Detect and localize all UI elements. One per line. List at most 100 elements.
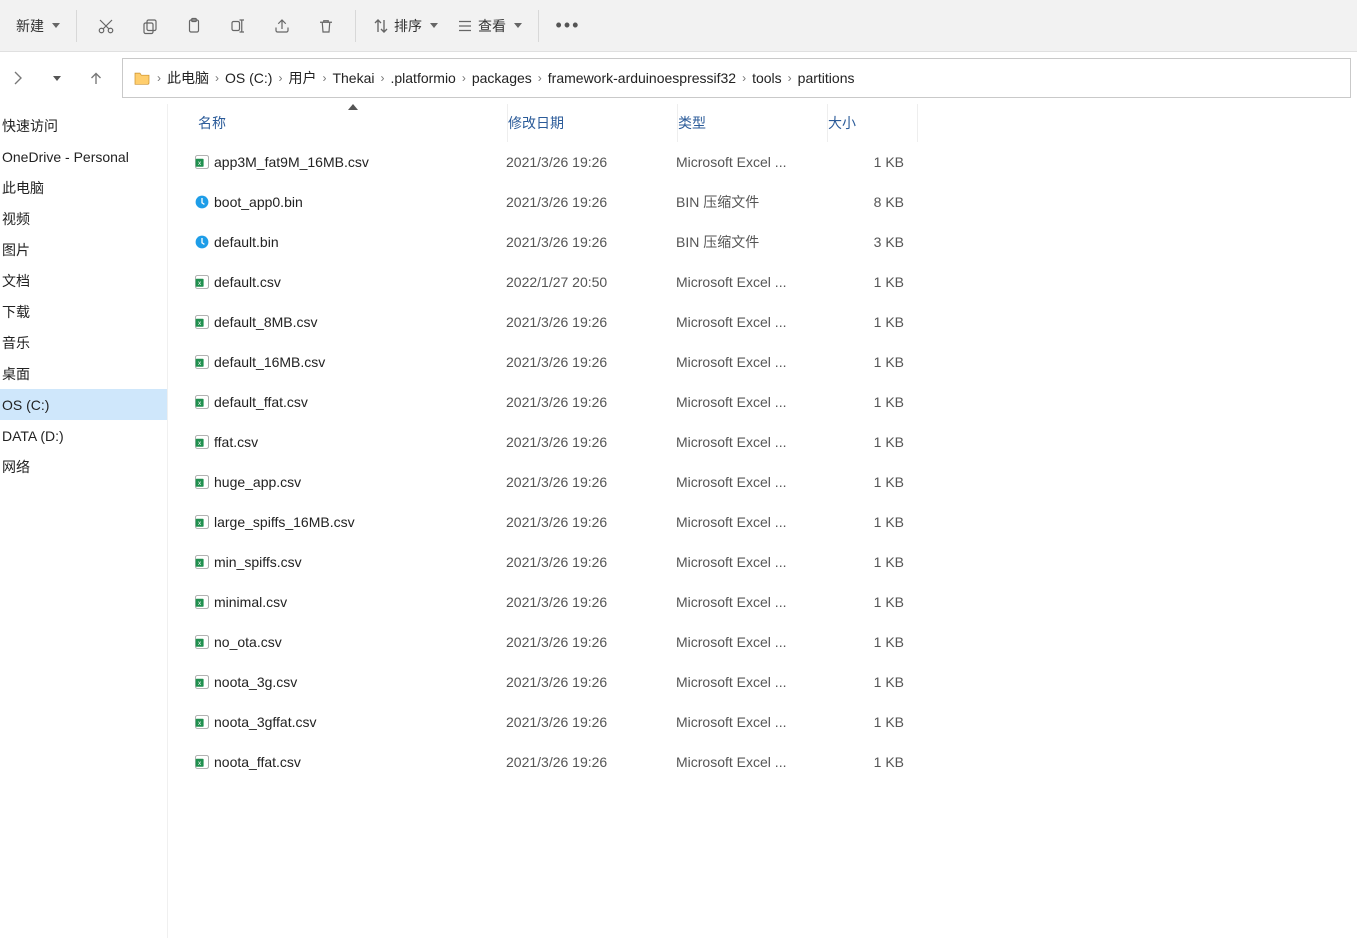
breadcrumb-segment[interactable]: Thekai bbox=[332, 70, 374, 86]
column-size[interactable]: 大小 bbox=[828, 104, 918, 142]
file-date: 2022/1/27 20:50 bbox=[506, 274, 676, 290]
file-type: Microsoft Excel ... bbox=[676, 274, 826, 290]
sidebar-item[interactable]: 图片 bbox=[0, 234, 167, 265]
separator bbox=[538, 10, 539, 42]
file-row[interactable]: x minimal.csv2021/3/26 19:26Microsoft Ex… bbox=[168, 582, 1357, 622]
sidebar: 快速访问OneDrive - Personal 此电脑视频图片文档下载音乐桌面 OS… bbox=[0, 104, 168, 938]
new-button[interactable]: 新建 bbox=[4, 6, 68, 46]
sidebar-item-label: 网络 bbox=[2, 457, 30, 477]
file-row[interactable]: x large_spiffs_16MB.csv2021/3/26 19:26Mi… bbox=[168, 502, 1357, 542]
delete-icon bbox=[317, 17, 335, 35]
separator bbox=[355, 10, 356, 42]
file-size: 1 KB bbox=[826, 354, 916, 370]
file-row[interactable]: boot_app0.bin2021/3/26 19:26BIN 压缩文件8 KB bbox=[168, 182, 1357, 222]
breadcrumb-segment[interactable]: OS (C:) bbox=[225, 70, 272, 86]
file-list: x app3M_fat9M_16MB.csv2021/3/26 19:26Mic… bbox=[168, 142, 1357, 782]
paste-icon bbox=[185, 17, 203, 35]
sidebar-item-label: OS (C:) bbox=[2, 397, 49, 413]
recent-locations-button[interactable] bbox=[44, 60, 70, 96]
file-name: minimal.csv bbox=[214, 594, 506, 610]
sidebar-item-label: 音乐 bbox=[2, 333, 30, 353]
file-date: 2021/3/26 19:26 bbox=[506, 674, 676, 690]
file-type: Microsoft Excel ... bbox=[676, 594, 826, 610]
sort-icon bbox=[372, 17, 390, 35]
up-button[interactable] bbox=[78, 60, 114, 96]
column-name[interactable]: 名称 bbox=[198, 104, 508, 142]
file-row[interactable]: x default.csv2022/1/27 20:50Microsoft Ex… bbox=[168, 262, 1357, 302]
sidebar-item[interactable]: 快速访问 bbox=[0, 110, 167, 141]
file-type: BIN 压缩文件 bbox=[676, 232, 826, 252]
file-row[interactable]: x noota_3g.csv2021/3/26 19:26Microsoft E… bbox=[168, 662, 1357, 702]
file-name: boot_app0.bin bbox=[214, 194, 506, 210]
breadcrumb-segment[interactable]: partitions bbox=[798, 70, 855, 86]
cut-button[interactable] bbox=[85, 6, 127, 46]
sidebar-item[interactable]: OS (C:) bbox=[0, 389, 167, 420]
file-type: Microsoft Excel ... bbox=[676, 434, 826, 450]
breadcrumb-segment[interactable]: packages bbox=[472, 70, 532, 86]
chevron-right-icon: › bbox=[742, 71, 746, 85]
file-size: 1 KB bbox=[826, 594, 916, 610]
file-row[interactable]: x min_spiffs.csv2021/3/26 19:26Microsoft… bbox=[168, 542, 1357, 582]
sort-button[interactable]: 排序 bbox=[364, 6, 446, 46]
sidebar-item[interactable]: 桌面 bbox=[0, 358, 167, 389]
file-date: 2021/3/26 19:26 bbox=[506, 234, 676, 250]
sort-label: 排序 bbox=[394, 16, 422, 36]
file-date: 2021/3/26 19:26 bbox=[506, 754, 676, 770]
breadcrumb-segment[interactable]: .platformio bbox=[390, 70, 455, 86]
sidebar-item[interactable]: 文档 bbox=[0, 265, 167, 296]
file-size: 3 KB bbox=[826, 234, 916, 250]
file-type: Microsoft Excel ... bbox=[676, 394, 826, 410]
file-size: 1 KB bbox=[826, 314, 916, 330]
sidebar-item[interactable]: 音乐 bbox=[0, 327, 167, 358]
chevron-down-icon bbox=[53, 76, 61, 81]
more-icon: ••• bbox=[556, 15, 581, 36]
file-row[interactable]: x default_8MB.csv2021/3/26 19:26Microsof… bbox=[168, 302, 1357, 342]
file-size: 1 KB bbox=[826, 554, 916, 570]
rename-button[interactable] bbox=[217, 6, 259, 46]
sidebar-item[interactable]: 网络 bbox=[0, 451, 167, 482]
excel-file-icon: x bbox=[190, 434, 214, 450]
sidebar-item[interactable]: DATA (D:) bbox=[0, 420, 167, 451]
share-icon bbox=[273, 17, 291, 35]
more-button[interactable]: ••• bbox=[547, 6, 589, 46]
file-row[interactable]: x noota_ffat.csv2021/3/26 19:26Microsoft… bbox=[168, 742, 1357, 782]
file-row[interactable]: x noota_3gffat.csv2021/3/26 19:26Microso… bbox=[168, 702, 1357, 742]
bin-file-icon bbox=[190, 234, 214, 250]
file-size: 1 KB bbox=[826, 154, 916, 170]
paste-button[interactable] bbox=[173, 6, 215, 46]
breadcrumb-segment[interactable]: 用户 bbox=[288, 68, 316, 88]
file-date: 2021/3/26 19:26 bbox=[506, 354, 676, 370]
delete-button[interactable] bbox=[305, 6, 347, 46]
file-date: 2021/3/26 19:26 bbox=[506, 714, 676, 730]
sidebar-item[interactable]: 下载 bbox=[0, 296, 167, 327]
file-type: Microsoft Excel ... bbox=[676, 354, 826, 370]
column-date[interactable]: 修改日期 bbox=[508, 104, 678, 142]
view-button[interactable]: 查看 bbox=[448, 6, 530, 46]
file-row[interactable]: x huge_app.csv2021/3/26 19:26Microsoft E… bbox=[168, 462, 1357, 502]
file-row[interactable]: x ffat.csv2021/3/26 19:26Microsoft Excel… bbox=[168, 422, 1357, 462]
sidebar-item[interactable]: 此电脑 bbox=[0, 172, 167, 203]
sidebar-item[interactable]: OneDrive - Personal bbox=[0, 141, 167, 172]
excel-file-icon: x bbox=[190, 394, 214, 410]
copy-button[interactable] bbox=[129, 6, 171, 46]
file-row[interactable]: default.bin2021/3/26 19:26BIN 压缩文件3 KB bbox=[168, 222, 1357, 262]
share-button[interactable] bbox=[261, 6, 303, 46]
file-row[interactable]: x app3M_fat9M_16MB.csv2021/3/26 19:26Mic… bbox=[168, 142, 1357, 182]
sidebar-item[interactable]: 视频 bbox=[0, 203, 167, 234]
sidebar-item-label: 此电脑 bbox=[2, 178, 44, 198]
file-pane: 名称 修改日期 类型 大小 x app3M_fat9M_16MB.csv2021… bbox=[168, 104, 1357, 938]
file-row[interactable]: x default_16MB.csv2021/3/26 19:26Microso… bbox=[168, 342, 1357, 382]
file-name: huge_app.csv bbox=[214, 474, 506, 490]
file-row[interactable]: x no_ota.csv2021/3/26 19:26Microsoft Exc… bbox=[168, 622, 1357, 662]
file-name: noota_3g.csv bbox=[214, 674, 506, 690]
file-size: 1 KB bbox=[826, 754, 916, 770]
file-name: default_ffat.csv bbox=[214, 394, 506, 410]
breadcrumb-segment[interactable]: 此电脑 bbox=[167, 68, 209, 88]
bin-file-icon bbox=[190, 194, 214, 210]
file-row[interactable]: x default_ffat.csv2021/3/26 19:26Microso… bbox=[168, 382, 1357, 422]
forward-button[interactable] bbox=[0, 60, 36, 96]
breadcrumb-segment[interactable]: tools bbox=[752, 70, 782, 86]
breadcrumb-segment[interactable]: framework-arduinoespressif32 bbox=[548, 70, 736, 86]
column-type[interactable]: 类型 bbox=[678, 104, 828, 142]
breadcrumb[interactable]: › 此电脑›OS (C:)›用户›Thekai›.platformio›pack… bbox=[122, 58, 1351, 98]
